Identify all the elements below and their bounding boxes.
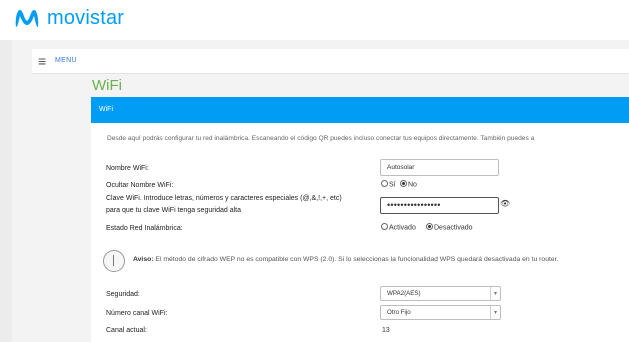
show-password-icon[interactable]: 👁: [500, 199, 510, 208]
menu-bar: [32, 49, 629, 74]
hide-name-label: Ocultar Nombre WiFi:: [106, 182, 174, 189]
hamburger-menu-icon[interactable]: ≡: [38, 53, 46, 69]
password-input[interactable]: ••••••••••••••••: [380, 197, 499, 214]
warning-text: El método de cifrado WEP no es compatibl…: [153, 256, 559, 263]
movistar-logo-icon: [15, 10, 39, 27]
top-bar: movistar: [0, 0, 629, 40]
wifi-panel: [91, 123, 629, 342]
left-strip: [0, 40, 12, 342]
panel-header: WiFi: [91, 97, 629, 123]
radio-label-yes: Sí: [389, 181, 396, 189]
wep-warning: Aviso: El método de cifrado WEP no es co…: [133, 256, 558, 263]
password-label: Clave WiFi. Introduce letras, números y …: [106, 195, 342, 214]
security-select[interactable]: WPA2(AES) ▾: [380, 286, 501, 301]
radio-label-no: No: [408, 181, 417, 189]
network-name-label: Nombre WiFi:: [106, 165, 149, 172]
chevron-down-icon: ▾: [490, 306, 500, 319]
chevron-down-icon: ▾: [490, 287, 500, 300]
radio-label-activado: Activado: [389, 224, 416, 232]
radio-off-icon: [381, 180, 388, 187]
security-selected: WPA2(AES): [387, 290, 421, 297]
radio-on-icon: [426, 223, 433, 230]
channel-selected: Otro Fijo: [387, 309, 411, 316]
brand-name: movistar: [47, 7, 125, 29]
page-title: WiFi: [92, 77, 122, 94]
menu-label[interactable]: MENU: [55, 57, 77, 64]
info-icon: [103, 250, 125, 272]
security-label: Seguridad:: [106, 291, 140, 298]
wireless-state-label: Estado Red Inalámbrica:: [106, 225, 183, 232]
channel-select[interactable]: Otro Fijo ▾: [380, 305, 501, 320]
radio-off-icon: [381, 223, 388, 230]
wireless-off-radio[interactable]: Desactivado: [426, 223, 473, 232]
panel-description: Desde aquí podrás configurar tu red inal…: [107, 135, 535, 142]
hide-name-yes-radio[interactable]: Sí: [381, 180, 396, 189]
radio-label-desactivado: Desactivado: [434, 224, 473, 232]
wireless-on-radio[interactable]: Activado: [381, 223, 416, 232]
network-name-input[interactable]: Autosolar: [380, 159, 499, 176]
radio-on-icon: [400, 180, 407, 187]
current-channel-value: 13: [382, 327, 390, 334]
hide-name-no-radio[interactable]: No: [400, 180, 417, 189]
warning-title: Aviso:: [133, 256, 154, 263]
current-channel-label: Canal actual:: [106, 327, 147, 334]
panel-header-title: WiFi: [99, 106, 113, 113]
channel-label: Número canal WiFi:: [106, 310, 168, 317]
